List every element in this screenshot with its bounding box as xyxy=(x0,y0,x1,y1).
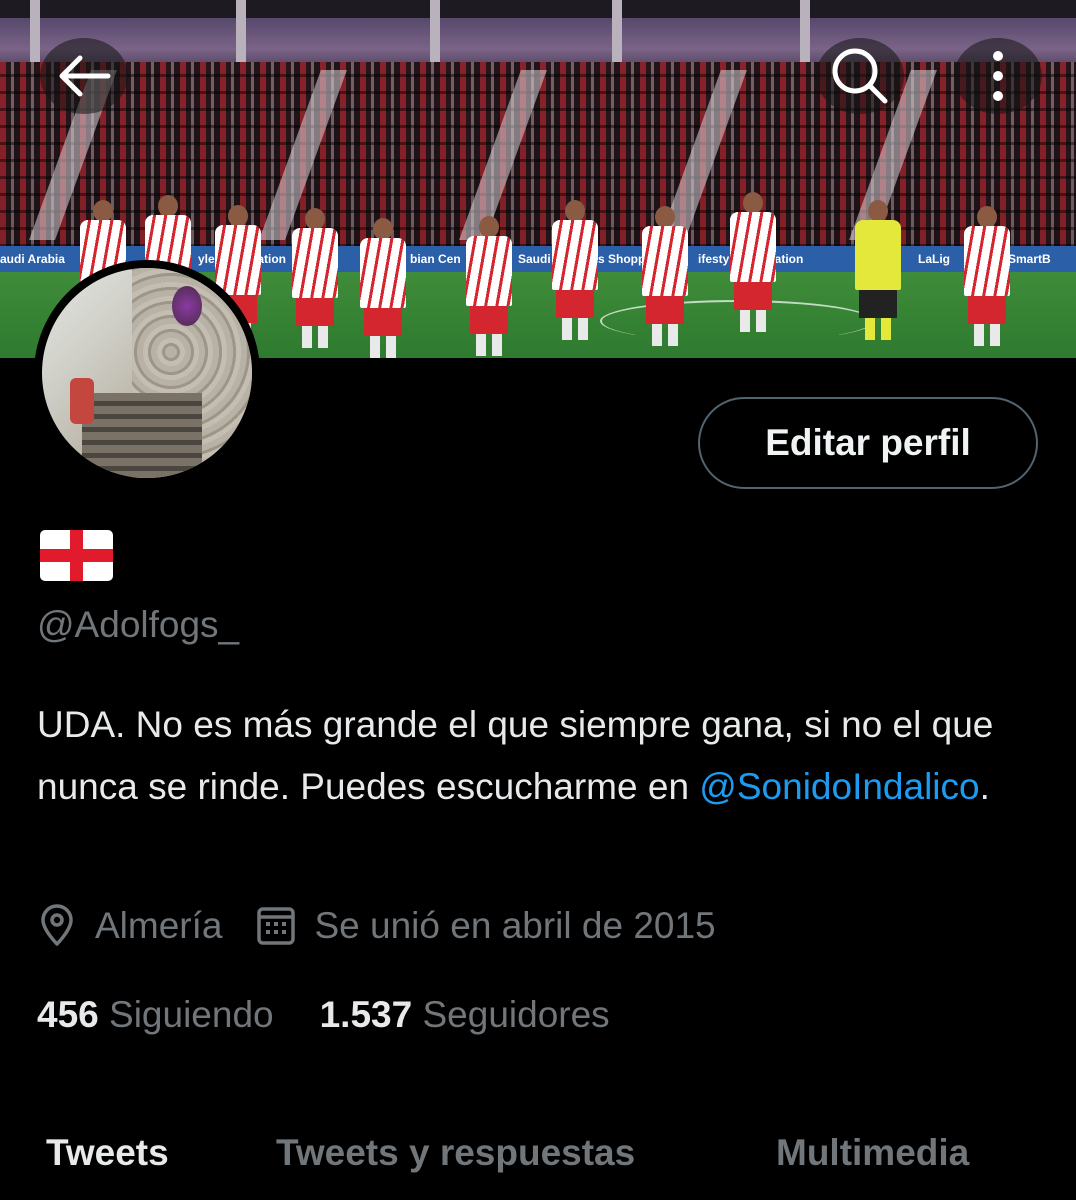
follow-stats: 456 Siguiendo 1.537 Seguidores xyxy=(37,994,656,1036)
followers-label: Seguidores xyxy=(422,994,610,1035)
followers-count: 1.537 xyxy=(319,994,413,1035)
profile-handle: @Adolfogs_ xyxy=(37,604,240,645)
location-icon xyxy=(41,904,73,946)
profile-location: Almería xyxy=(95,905,223,946)
profile-tabs: Tweets Tweets y respuestas Multimedia xyxy=(0,1124,1076,1200)
more-vertical-icon xyxy=(993,51,1003,101)
profile-meta: Almería Se unió en abril de 2015 xyxy=(37,900,716,952)
stadium-pillar xyxy=(236,0,246,66)
stadium-roof xyxy=(0,0,1076,18)
edit-profile-button[interactable]: Editar perfil xyxy=(698,397,1038,489)
search-button[interactable] xyxy=(816,38,904,114)
following-label: Siguiendo xyxy=(109,994,274,1035)
ad-text: LaLig xyxy=(918,252,950,266)
ad-text: ifestyl xyxy=(698,252,733,266)
bio-end: . xyxy=(979,766,990,807)
stadium-pillar xyxy=(30,0,40,66)
following-link[interactable]: 456 Siguiendo xyxy=(37,994,274,1036)
tab-tweets[interactable]: Tweets xyxy=(46,1132,169,1174)
stadium-pillar xyxy=(612,0,622,66)
ad-text: s Shopp xyxy=(598,252,646,266)
ad-text: yle xyxy=(198,252,215,266)
profile-bio: UDA. No es más grande el que siempre gan… xyxy=(37,694,1037,818)
ad-text: SmartB xyxy=(1008,252,1051,266)
ad-text: bian Cen xyxy=(410,252,461,266)
tab-media[interactable]: Multimedia xyxy=(776,1132,969,1174)
profile-joined-date: Se unió en abril de 2015 xyxy=(314,905,716,946)
avatar-image xyxy=(42,268,252,478)
followers-link[interactable]: 1.537 Seguidores xyxy=(320,994,610,1036)
tab-tweets-and-replies[interactable]: Tweets y respuestas xyxy=(276,1132,635,1174)
search-icon xyxy=(832,48,888,104)
more-options-button[interactable] xyxy=(954,38,1042,114)
stadium-pillar xyxy=(430,0,440,66)
following-count: 456 xyxy=(37,994,99,1035)
avatar[interactable] xyxy=(34,260,260,486)
calendar-icon xyxy=(257,907,296,945)
bio-mention-link[interactable]: @SonidoIndalico xyxy=(699,766,979,807)
back-button[interactable] xyxy=(40,38,128,114)
arrow-left-icon xyxy=(59,55,111,97)
ad-text: audi Arabia xyxy=(0,252,65,266)
stadium-pillar xyxy=(800,0,810,66)
display-name-flag-icon xyxy=(40,530,113,581)
